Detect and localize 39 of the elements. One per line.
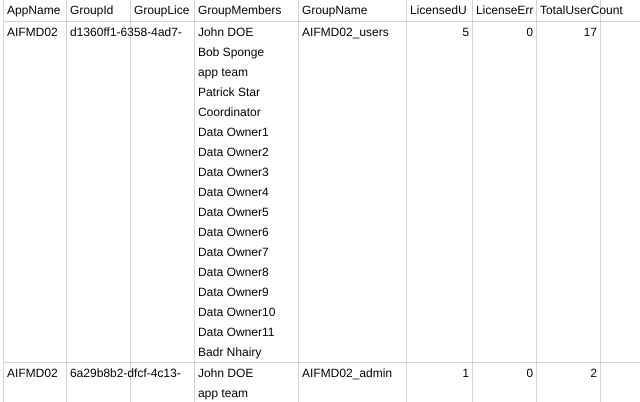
group-member: Data Owner4 [198, 185, 269, 199]
group-member: Data Owner6 [198, 225, 269, 239]
table-cell: AIFMD02_admin [302, 366, 392, 380]
column-header: GroupId [70, 3, 114, 17]
group-member: Data Owner9 [198, 285, 269, 299]
table-cell: 17 [584, 25, 597, 39]
table-cell: 1 [462, 366, 469, 380]
group-member: Bob Sponge [198, 45, 264, 59]
column-header: GroupName [302, 3, 368, 17]
group-member: app team [198, 386, 248, 400]
table-cell: AIFMD02_users [302, 25, 389, 39]
table-cell: 0 [526, 25, 533, 39]
group-member: Data Owner3 [198, 165, 269, 179]
group-member: Data Owner8 [198, 265, 269, 279]
table-cell: 6a29b8b2-dfcf-4c13- [70, 366, 181, 380]
column-header: GroupMembers [198, 3, 282, 17]
group-member: John DOE [198, 366, 254, 380]
group-member: Data Owner7 [198, 245, 269, 259]
group-member: Data Owner2 [198, 145, 269, 159]
group-member: Data Owner11 [198, 325, 274, 339]
table-cell: d1360ff1-6358-4ad7- [70, 25, 182, 39]
group-member: Badr Nhairy [198, 345, 262, 359]
table-cell: 0 [526, 366, 533, 380]
column-header: LicenseErr [476, 3, 534, 17]
table-cell: 5 [462, 25, 469, 39]
group-member: Data Owner1 [198, 125, 269, 139]
group-member: Patrick Star [198, 85, 260, 99]
group-member: Coordinator [198, 105, 261, 119]
table-cell: 2 [590, 366, 597, 380]
group-member: Data Owner5 [198, 205, 269, 219]
table-cell: AIFMD02 [7, 25, 58, 39]
column-header: GroupLice [134, 3, 190, 17]
column-header: LicensedU [410, 3, 467, 17]
group-member: app team [198, 65, 248, 79]
group-member: Data Owner10 [198, 305, 276, 319]
column-header: TotalUserCount [540, 3, 623, 17]
table-cell: AIFMD02 [7, 366, 58, 380]
group-member: John DOE [198, 25, 254, 39]
column-header: AppName [7, 3, 60, 17]
